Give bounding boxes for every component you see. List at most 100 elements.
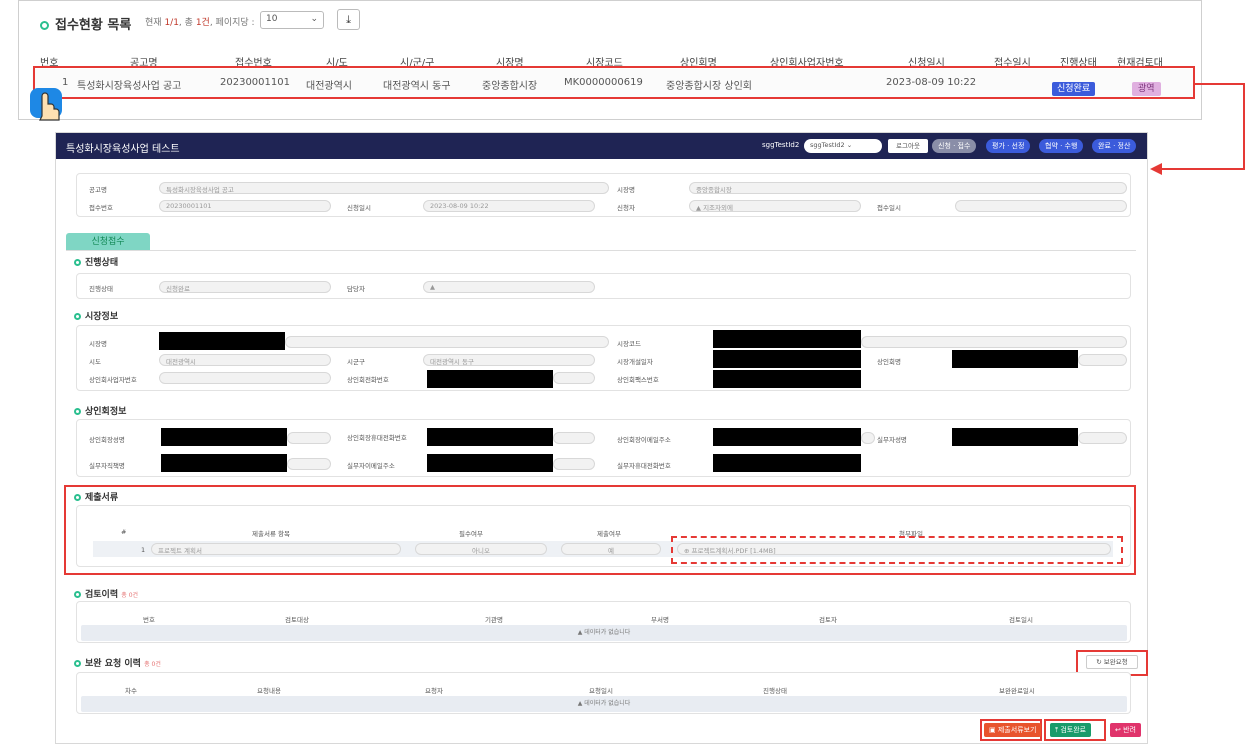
detail-panel: 특성화시장육성사업 테스트 sggTestId2 sggTestId2 ⌄ 로그… <box>55 132 1148 744</box>
redacted-block <box>159 332 285 350</box>
label-head-name: 상인회장성명 <box>89 436 125 444</box>
review-col-date: 검토일시 <box>1009 616 1033 624</box>
label-staff-email: 실무자이메일주소 <box>347 462 395 470</box>
list-title: 접수현황 목록 <box>40 14 131 33</box>
doc-icon: ▣ <box>989 726 998 734</box>
tab-divider <box>66 250 1136 251</box>
label-receivedate: 접수일시 <box>877 204 901 212</box>
applicant-field: ▲ 지조자외에 <box>689 200 861 212</box>
label-receipt: 접수번호 <box>89 204 113 212</box>
staff-name-field <box>1078 432 1127 444</box>
sido-field: 대전광역시 <box>159 354 331 366</box>
view-docs-button[interactable]: ▣ 제출서류보기 <box>984 723 1042 737</box>
label-open-date: 시장개설일자 <box>617 358 653 366</box>
docs-col-item: 제출서류 항목 <box>252 530 290 538</box>
label-notice: 공고명 <box>89 186 107 194</box>
redacted-block <box>427 454 553 472</box>
attachment-highlight <box>671 536 1123 564</box>
review-empty: ▲ 데이터가 없습니다 <box>81 625 1127 641</box>
market-name-field <box>285 336 609 348</box>
review-box: 번호 검토대상 기관명 부서명 검토자 검토일시 ▲ 데이터가 없습니다 <box>76 601 1131 643</box>
label-assoc-name: 상인회명 <box>877 358 901 366</box>
label-assoc-bizno: 상인회사업자번호 <box>89 376 137 384</box>
page-info: 현재 1/1, 총 1건, 페이지당 : <box>145 18 255 28</box>
receivedate-field <box>955 200 1127 212</box>
redacted-block <box>713 428 861 446</box>
user-select[interactable]: sggTestId2 ⌄ <box>804 139 882 153</box>
review-complete-button[interactable]: ⤒ 검토완료 <box>1050 723 1092 737</box>
label-market-name: 시장명 <box>89 340 107 348</box>
redacted-block <box>952 428 1078 446</box>
cell-notice[interactable]: 특성화시장육성사업 공고 <box>77 77 181 92</box>
download-icon[interactable]: ⤓ <box>337 9 360 30</box>
review-col-org: 기관명 <box>485 616 503 624</box>
tab-apply[interactable]: 신청접수 <box>66 233 150 251</box>
supp-col-requester: 요청자 <box>425 687 443 695</box>
head-name-field <box>287 432 331 444</box>
market-code-field <box>861 336 1127 348</box>
notice-field: 특성화시장육성사업 공고 <box>159 182 609 194</box>
refresh-icon: ↻ <box>1096 658 1104 666</box>
label-market: 시장명 <box>617 186 635 194</box>
section-progress: 진행상태 <box>74 255 118 268</box>
panel-header: 특성화시장육성사업 테스트 sggTestId2 sggTestId2 ⌄ 로그… <box>56 133 1147 159</box>
assoc-name-field <box>1078 354 1127 366</box>
supp-col-done: 보완완료일시 <box>999 687 1035 695</box>
logout-button[interactable]: 로그아웃 <box>888 139 928 153</box>
docs-box: # 제출서류 항목 필수여부 제출여부 첨부파일 1 프로젝트 계획서 아니오 … <box>76 505 1131 567</box>
label-head-phone: 상인회장휴대전화번호 <box>347 434 407 442</box>
cell-code: MK0000000619 <box>564 77 643 88</box>
reject-icon: ↩ <box>1115 726 1124 734</box>
redacted-block <box>952 350 1078 368</box>
cell-assoc: 중앙종합시장 상인회 <box>666 81 752 92</box>
head-phone-field <box>553 432 595 444</box>
staff-email-field <box>553 458 595 470</box>
docs-col-submitted: 제출여부 <box>597 530 621 538</box>
redacted-block <box>713 454 861 472</box>
per-page-select[interactable]: 10 ⌄ <box>260 11 324 29</box>
review-col-target: 검토대상 <box>285 616 309 624</box>
redacted-block <box>713 330 861 348</box>
reject-button[interactable]: ↩ 반려 <box>1110 723 1141 737</box>
assoc-phone-field <box>553 372 595 384</box>
user-id: sggTestId2 <box>762 141 800 149</box>
reviewer-badge: 광역 <box>1132 76 1161 96</box>
panel-title: 특성화시장육성사업 테스트 <box>66 144 180 155</box>
label-status: 진행상태 <box>89 285 113 293</box>
section-review: 검토이력 총 0건 <box>74 587 138 600</box>
label-manager: 담당자 <box>347 285 365 293</box>
label-assoc-fax: 상인회팩스번호 <box>617 376 659 384</box>
label-head-email: 상인회장이메일주소 <box>617 436 671 444</box>
click-hand-icon <box>30 88 62 121</box>
applied-field: 2023-08-09 10:22 <box>423 200 595 212</box>
arrow-head-icon <box>1150 163 1162 175</box>
summary-box: 공고명 특성화시장육성사업 공고 시장명 중앙종합시장 접수번호 2023000… <box>76 173 1131 217</box>
label-assoc-phone: 상인회전화번호 <box>347 376 389 384</box>
docs-row-required: 아니오 <box>415 543 547 555</box>
market-field: 중앙종합시장 <box>689 182 1127 194</box>
review-col-reviewer: 검토자 <box>819 616 837 624</box>
supp-col-content: 요청내용 <box>257 687 281 695</box>
step-eval[interactable]: 평가 · 선정 <box>986 139 1031 153</box>
sigungu-field: 대전광역시 동구 <box>423 354 595 366</box>
receipt-field: 20230001101 <box>159 200 331 212</box>
progress-box: 진행상태 신청완료 담당자 ▲ <box>76 273 1131 299</box>
step-apply[interactable]: 신청 · 접수 <box>932 139 977 153</box>
connector-line <box>1243 83 1245 170</box>
step-complete[interactable]: 완료 · 정산 <box>1092 139 1137 153</box>
supplement-request-button[interactable]: ↻ 보완요청 <box>1086 655 1138 669</box>
step-contract[interactable]: 협약 · 수행 <box>1039 139 1084 153</box>
market-box: 시장명 시장코드 시도 대전광역시 시군구 대전광역시 동구 시장개설일자 상인… <box>76 325 1131 391</box>
supp-col-date: 요청일시 <box>589 687 613 695</box>
staff-title-field <box>287 458 331 470</box>
manager-field: ▲ <box>423 281 595 293</box>
label-sido: 시도 <box>89 358 101 366</box>
assoc-bizno-field <box>159 372 331 384</box>
section-docs: 제출서류 <box>74 490 118 503</box>
head-email-field <box>861 432 875 444</box>
docs-row-no: 1 <box>141 546 146 554</box>
assoc-box: 상인회장성명 상인회장휴대전화번호 상인회장이메일주소 실무자성명 실무자직책명… <box>76 419 1131 477</box>
docs-col-no: # <box>121 528 127 536</box>
redacted-block <box>713 350 861 368</box>
label-market-code: 시장코드 <box>617 340 641 348</box>
